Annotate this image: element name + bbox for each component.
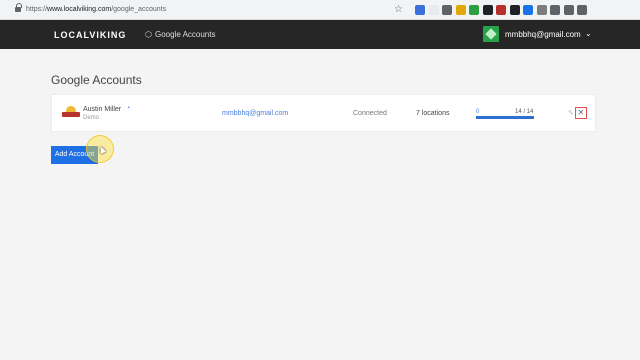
account-icon	[62, 105, 80, 119]
browser-extension-icon[interactable]	[415, 5, 425, 15]
progress-bar	[476, 116, 534, 119]
progress-start: 0	[476, 109, 480, 115]
account-email[interactable]: mmbbhq@gmail.com	[222, 110, 288, 117]
avatar[interactable]	[483, 26, 499, 42]
address-bar[interactable]: https://www.localviking.com/google_accou…	[26, 6, 166, 13]
account-status: Connected	[353, 110, 387, 117]
edit-icon[interactable]: ✎	[568, 109, 574, 117]
page-title: Google Accounts	[51, 73, 142, 87]
browser-extension-icon[interactable]	[496, 5, 506, 15]
browser-extension-icon[interactable]	[550, 5, 560, 15]
account-name[interactable]: Austin Miller	[83, 106, 121, 113]
browser-extension-icon[interactable]	[428, 5, 439, 15]
localviking-logo[interactable]: LOCALVIKING	[54, 30, 126, 40]
progress-bar-fill	[476, 116, 534, 119]
progress-count: 14 / 14	[515, 109, 534, 115]
account-row: Austin Miller ◔ Demo mmbbhq@gmail.com Co…	[51, 94, 596, 132]
remove-account-button[interactable]: ✕	[575, 107, 587, 119]
browser-extension-icon[interactable]	[563, 5, 574, 15]
browser-extension-icon[interactable]	[536, 5, 547, 15]
user-email[interactable]: mmbbhq@gmail.com	[505, 30, 581, 39]
browser-extension-icon[interactable]	[577, 5, 587, 15]
bookmark-star-icon[interactable]: ☆	[394, 4, 403, 15]
browser-extension-icon[interactable]	[509, 5, 520, 15]
nav-google-accounts[interactable]: ⬡ Google Accounts	[145, 30, 215, 39]
app-header: LOCALVIKING ⬡ Google Accounts mmbbhq@gma…	[0, 20, 640, 49]
browser-extension-icon[interactable]	[523, 5, 533, 15]
browser-extension-icon[interactable]	[442, 5, 452, 15]
lock-icon	[15, 3, 22, 13]
browser-extension-icon[interactable]	[455, 5, 466, 15]
account-subtitle: Demo	[83, 115, 100, 121]
account-locations[interactable]: 7 locations	[416, 110, 449, 117]
google-icon: ⬡	[145, 30, 152, 39]
browser-extension-icon[interactable]	[482, 5, 493, 15]
browser-extension-icon[interactable]	[469, 5, 479, 15]
nav-google-accounts-label: Google Accounts	[154, 30, 216, 39]
chevron-down-icon[interactable]: ⌄	[585, 29, 592, 38]
rss-icon[interactable]: ◔	[126, 105, 130, 112]
browser-toolbar: https://www.localviking.com/google_accou…	[0, 0, 640, 20]
